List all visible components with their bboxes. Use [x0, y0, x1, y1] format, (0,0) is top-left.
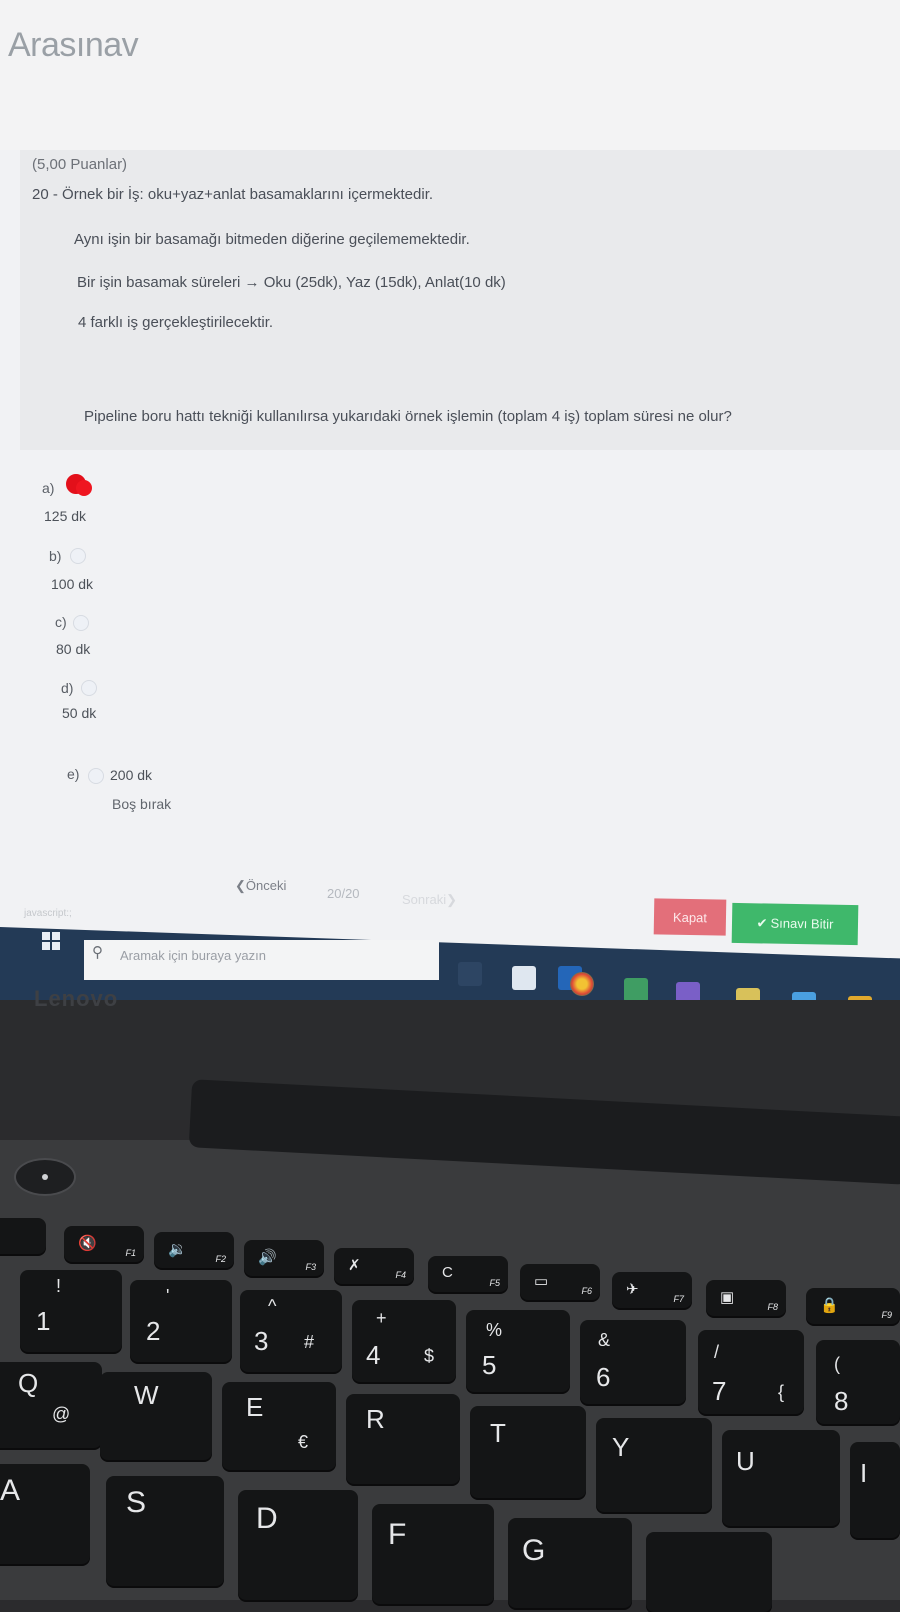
key-f1[interactable]: 🔇 F1	[64, 1226, 144, 1262]
key-u[interactable]: U	[722, 1430, 840, 1526]
key-f8[interactable]: ▣ F8	[706, 1280, 786, 1316]
question-number: 20 -	[32, 186, 58, 203]
key-r[interactable]: R	[346, 1394, 460, 1484]
key-f6[interactable]: ▭ F6	[520, 1264, 600, 1300]
volume-down-icon: 🔉	[168, 1241, 187, 1258]
question-prompt: Pipeline boru hattı tekniği kullanılırsa…	[84, 408, 732, 425]
option-b-radio[interactable]	[70, 548, 86, 564]
option-a-value[interactable]: 125 dk	[44, 508, 86, 524]
key-w[interactable]: W	[100, 1372, 212, 1460]
volume-up-icon: 🔊	[258, 1249, 277, 1266]
key-4[interactable]: +4 $	[352, 1300, 456, 1382]
option-e-value[interactable]: 200 dk	[110, 767, 152, 783]
question-points: (5,00 Puanlar)	[32, 156, 128, 173]
touchpad-icon: ▭	[534, 1273, 549, 1290]
option-a-radio-mark	[76, 480, 92, 496]
close-button[interactable]: Kapat	[653, 898, 727, 936]
option-e-letter: e)	[67, 766, 80, 782]
key-h[interactable]	[646, 1532, 772, 1612]
key-f5[interactable]: C F5	[428, 1256, 508, 1292]
key-g[interactable]: G	[508, 1518, 632, 1608]
key-q[interactable]: Q @	[0, 1362, 102, 1448]
key-t[interactable]: T	[470, 1406, 586, 1498]
option-c-value[interactable]: 80 dk	[56, 641, 90, 657]
question-headline-text: Örnek bir İş: oku+yaz+anlat basamakların…	[62, 186, 434, 203]
mail-icon[interactable]	[792, 992, 816, 1000]
question-line: Bir işin basamak süreleri → Oku (25dk), …	[77, 274, 506, 291]
key-3[interactable]: ^ 3 #	[240, 1290, 342, 1372]
skip-option[interactable]: Boş bırak	[112, 796, 171, 812]
option-b-value[interactable]: 100 dk	[51, 576, 93, 592]
option-c-letter: c)	[55, 614, 67, 630]
lock-icon: 🔒	[820, 1297, 839, 1314]
taskbar-search-placeholder[interactable]: Aramak için buraya yazın	[120, 948, 266, 963]
browser-screen: Arasınav (5,00 Puanlar) 20 - Örnek bir İ…	[0, 0, 900, 1000]
windows-logo-icon[interactable]	[42, 932, 60, 955]
refresh-icon: C	[442, 1264, 453, 1281]
lenovo-logo: Lenovo	[34, 986, 119, 1011]
question-line: Aynı işin bir basamağı bitmeden diğerine…	[74, 231, 470, 248]
key-7[interactable]: /7{	[698, 1330, 804, 1414]
status-bar-text: javascript:;	[24, 908, 72, 919]
key-2[interactable]: ' 2	[130, 1280, 232, 1362]
finish-exam-button[interactable]: ✔ Sınavı Bitir	[731, 902, 859, 946]
tools-icon[interactable]	[736, 988, 760, 1000]
key-f3[interactable]: 🔊 F3	[244, 1240, 324, 1276]
task-view-icon[interactable]	[458, 962, 482, 986]
key-esc[interactable]	[0, 1218, 46, 1254]
key-i[interactable]: I	[850, 1442, 900, 1538]
mute-icon: 🔇	[78, 1235, 97, 1252]
previous-button[interactable]: ❮Önceki	[235, 878, 286, 894]
key-d[interactable]: D	[238, 1490, 358, 1600]
app-icon[interactable]	[624, 978, 648, 1000]
camera-icon: ▣	[720, 1289, 735, 1306]
mic-mute-icon: ✗	[348, 1257, 361, 1274]
finish-exam-label: Sınavı Bitir	[770, 915, 834, 932]
next-button[interactable]: Sonraki❯	[402, 892, 457, 908]
app-icon[interactable]	[512, 966, 536, 990]
option-a-letter: a)	[42, 480, 55, 496]
key-5[interactable]: % 5	[466, 1310, 570, 1392]
key-f9[interactable]: 🔒 F9	[806, 1288, 900, 1324]
option-d-radio[interactable]	[81, 680, 97, 696]
page-header	[0, 0, 900, 150]
visual-studio-icon[interactable]	[676, 982, 700, 1000]
key-a[interactable]: A	[0, 1464, 90, 1564]
check-icon: ✔	[756, 915, 768, 931]
search-icon: ⚲	[92, 944, 103, 961]
power-button[interactable]	[14, 1158, 76, 1196]
key-f4[interactable]: ✗ F4	[334, 1248, 414, 1284]
key-e[interactable]: E €	[222, 1382, 336, 1470]
key-8[interactable]: (8	[816, 1340, 900, 1424]
key-6[interactable]: & 6	[580, 1320, 686, 1404]
question-headline: 20 - Örnek bir İş: oku+yaz+anlat basamak…	[32, 186, 433, 203]
key-f7[interactable]: ✈ F7	[612, 1272, 692, 1308]
key-f[interactable]: F	[372, 1504, 494, 1604]
option-e-radio[interactable]	[88, 768, 104, 784]
key-y[interactable]: Y	[596, 1418, 712, 1512]
page-title: Arasınav	[8, 26, 139, 64]
option-d-letter: d)	[61, 680, 74, 696]
airplane-icon: ✈	[626, 1281, 639, 1298]
key-s[interactable]: S	[106, 1476, 224, 1586]
page-indicator: 20/20	[327, 886, 360, 901]
option-c-radio[interactable]	[73, 615, 89, 631]
key-1[interactable]: ! 1	[20, 1270, 122, 1352]
question-line: 4 farklı iş gerçekleştirilecektir.	[78, 314, 274, 331]
chrome-icon[interactable]	[570, 972, 594, 996]
key-f2[interactable]: 🔉 F2	[154, 1232, 234, 1268]
option-b-letter: b)	[49, 548, 62, 564]
option-d-value[interactable]: 50 dk	[62, 705, 96, 721]
